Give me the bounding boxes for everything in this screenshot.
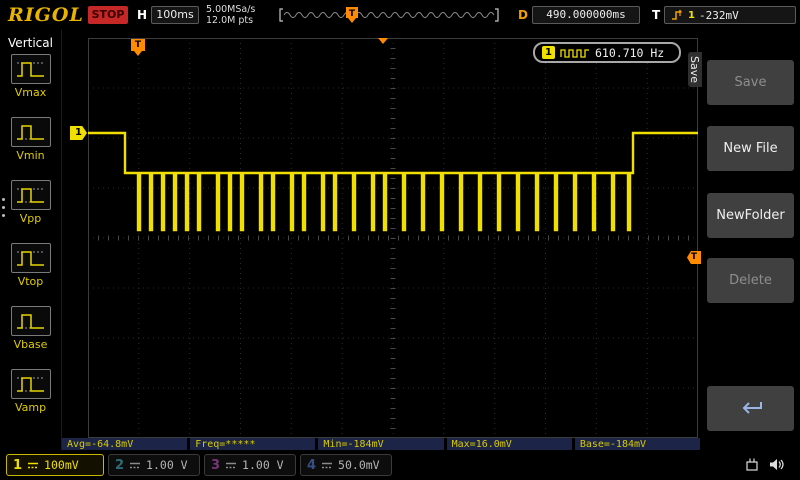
- acquisition-info: 5.00MSa/s 12.0M pts: [206, 4, 255, 26]
- vbase-icon: [11, 306, 51, 336]
- menu-button-delete[interactable]: Delete: [707, 258, 794, 303]
- trigger-info[interactable]: 1 -232mV: [664, 6, 796, 24]
- menu-button-save[interactable]: Save: [707, 60, 794, 105]
- channel-scale: 1.00 V: [242, 458, 284, 472]
- channel-number: 2: [115, 458, 124, 473]
- vamp-icon: [11, 369, 51, 399]
- speaker-icon[interactable]: [768, 457, 785, 472]
- left-menu-item-label: Vbase: [14, 338, 48, 351]
- left-menu-item-label: Vmax: [15, 86, 47, 99]
- usb-icon: [744, 457, 760, 472]
- left-menu-item-vmin[interactable]: Vmin: [0, 113, 61, 176]
- left-menu-title: Vertical: [0, 36, 61, 50]
- channel-number: 4: [307, 458, 316, 473]
- rising-edge-icon: [671, 8, 684, 22]
- channel-scale: 1.00 V: [146, 458, 188, 472]
- left-menu-item-vbase[interactable]: Vbase: [0, 302, 61, 365]
- frequency-counter: 1 610.710 Hz: [533, 42, 681, 63]
- vpp-icon: [11, 180, 51, 210]
- left-menu-items: Vmax Vmin Vpp Vtop Vbase Vamp: [0, 50, 61, 428]
- vmin-icon: [11, 117, 51, 147]
- menu-tab-save: Save: [688, 52, 702, 87]
- left-menu-item-vpp[interactable]: Vpp: [0, 176, 61, 239]
- delay-value[interactable]: 490.000000ms: [532, 6, 640, 24]
- channel-scale: 50.0mV: [338, 458, 380, 472]
- channel-scale: 100mV: [44, 458, 79, 472]
- menu-page-dots: [2, 198, 5, 217]
- timebase-value[interactable]: 100ms: [151, 6, 199, 24]
- graticule: [88, 38, 698, 438]
- scope-display: 1 T T 1 610.710 Hz Avg=-64.8mVFreq=*****…: [62, 30, 702, 450]
- ch1-position-marker[interactable]: 1: [70, 126, 87, 140]
- left-menu-item-label: Vpp: [20, 212, 42, 225]
- pulse-train-icon: [560, 47, 590, 59]
- return-arrow-icon: [737, 399, 765, 419]
- trigger-center-indicator: [378, 38, 388, 44]
- top-bar: RIGOL STOP H 100ms 5.00MSa/s 12.0M pts T…: [0, 0, 800, 30]
- vtop-icon: [11, 243, 51, 273]
- channel-4-status[interactable]: 4 50.0mV: [300, 454, 392, 476]
- horizontal-label: H: [137, 8, 147, 22]
- strip-right-bracket: [495, 9, 498, 21]
- dc-coupling-icon: [225, 461, 237, 470]
- channel-number: 3: [211, 458, 220, 473]
- trigger-source: 1: [688, 10, 695, 21]
- left-menu-item-vtop[interactable]: Vtop: [0, 239, 61, 302]
- dc-coupling-icon: [129, 461, 141, 470]
- strip-left-bracket: [280, 9, 283, 21]
- channel-number: 1: [13, 458, 22, 473]
- channel-1-status[interactable]: 1 100mV: [6, 454, 104, 476]
- left-menu-item-label: Vamp: [15, 401, 46, 414]
- menu-button-newfolder[interactable]: NewFolder: [707, 193, 794, 238]
- menu-button-back[interactable]: [707, 386, 794, 431]
- dc-coupling-icon: [27, 461, 39, 470]
- trigger-level: -232mV: [699, 9, 739, 22]
- trigger-label: T: [652, 8, 660, 22]
- trigger-position-marker[interactable]: T: [131, 39, 145, 51]
- left-menu-item-label: Vtop: [18, 275, 44, 288]
- ch1-waveform: [88, 133, 698, 230]
- freq-counter-value: 610.710 Hz: [595, 46, 664, 60]
- right-menu: Save New File NewFolder Delete: [702, 30, 800, 450]
- strip-wave-path: [284, 13, 494, 18]
- left-menu-item-vmax[interactable]: Vmax: [0, 50, 61, 113]
- delay-label: D: [518, 8, 528, 22]
- left-menu-item-vamp[interactable]: Vamp: [0, 365, 61, 428]
- freq-counter-channel: 1: [542, 46, 555, 59]
- left-menu-item-label: Vmin: [16, 149, 44, 162]
- dc-coupling-icon: [321, 461, 333, 470]
- menu-button-new-file[interactable]: New File: [707, 126, 794, 171]
- rigol-logo: RIGOL: [8, 4, 84, 26]
- strip-trigger-t: T: [349, 9, 356, 19]
- sample-rate: 5.00MSa/s: [206, 4, 255, 15]
- channel-2-status[interactable]: 2 1.00 V: [108, 454, 200, 476]
- left-menu: Vertical Vmax Vmin Vpp Vtop Vbase Vamp: [0, 30, 62, 450]
- memory-depth: 12.0M pts: [206, 15, 255, 26]
- channel-bar: 1 100mV 2 1.00 V 3 1.00 V 4 50.0mV: [0, 450, 800, 480]
- horizontal-position-strip[interactable]: T: [278, 6, 500, 24]
- vmax-icon: [11, 54, 51, 84]
- channel-3-status[interactable]: 3 1.00 V: [204, 454, 296, 476]
- run-stop-status[interactable]: STOP: [88, 6, 128, 24]
